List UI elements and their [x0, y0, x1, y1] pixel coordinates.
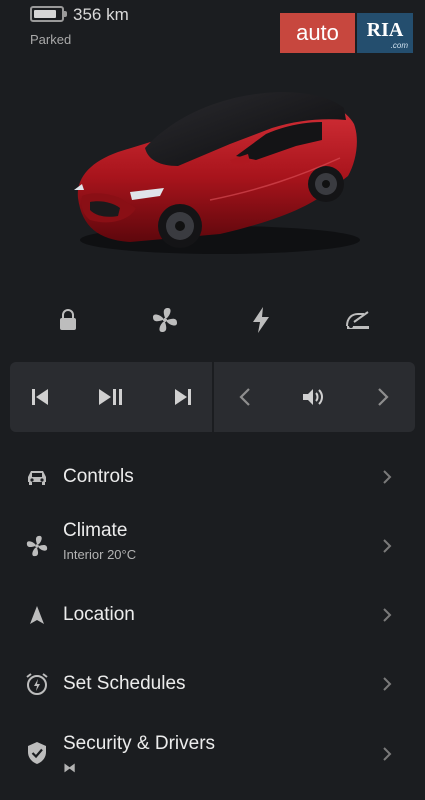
watermark-ria: RIA .com — [357, 13, 413, 53]
watermark-ria-main: RIA — [366, 19, 404, 41]
menu-item-controls[interactable]: Controls — [0, 450, 425, 505]
chevron-left-icon — [239, 388, 250, 406]
charge-button[interactable] — [241, 300, 281, 340]
menu-item-label: Climate — [63, 520, 128, 541]
previous-track-icon — [32, 389, 48, 405]
lightning-icon — [253, 307, 269, 333]
menu-item-climate[interactable]: Climate Interior 20°C — [0, 510, 425, 582]
play-pause-button[interactable] — [81, 362, 141, 432]
battery-level-fill — [34, 10, 57, 18]
lock-icon — [60, 309, 76, 330]
shield-check-icon — [28, 742, 46, 764]
car-image — [74, 92, 360, 254]
fan-icon — [26, 535, 48, 557]
frunk-icon — [346, 311, 369, 329]
media-controls — [10, 362, 415, 432]
volume-down-button[interactable] — [215, 362, 275, 432]
frunk-button[interactable] — [338, 300, 378, 340]
menu-item-set-schedules[interactable]: Set Schedules — [0, 657, 425, 712]
volume-up-button[interactable] — [353, 362, 413, 432]
menu-item-label: Set Schedules — [63, 673, 186, 694]
previous-track-button[interactable] — [10, 362, 70, 432]
chevron-right-icon — [383, 608, 392, 622]
volume-icon — [303, 389, 323, 405]
menu-item-security-drivers[interactable]: Security & Drivers ⧓ — [0, 722, 425, 787]
menu-item-subtitle: ⧓ — [63, 760, 76, 775]
watermark-ria-sub: .com — [390, 41, 408, 50]
vehicle-state-label: Parked — [30, 32, 72, 47]
watermark-auto: auto — [280, 13, 355, 53]
play-pause-icon — [99, 389, 122, 405]
alarm-bolt-icon — [26, 673, 48, 695]
battery-icon — [30, 6, 67, 22]
fan-icon — [153, 308, 177, 332]
chevron-right-icon — [383, 470, 392, 484]
chevron-right-icon — [383, 747, 392, 761]
range-label: 356 km — [73, 5, 129, 24]
chevron-right-icon — [383, 677, 392, 691]
climate-button[interactable] — [145, 300, 185, 340]
menu-item-label: Security & Drivers — [63, 733, 216, 754]
menu-item-label: Controls — [63, 466, 134, 487]
menu-item-subtitle: Interior 20°C — [63, 547, 137, 562]
menu-item-label: Location — [63, 604, 135, 625]
lock-button[interactable] — [48, 300, 88, 340]
volume-button[interactable] — [283, 362, 343, 432]
chevron-right-icon — [383, 539, 392, 553]
location-arrow-icon — [30, 606, 44, 624]
menu-item-location[interactable]: Location — [0, 588, 425, 643]
car-icon — [28, 471, 46, 485]
next-track-button[interactable] — [153, 362, 213, 432]
chevron-right-icon — [378, 388, 389, 406]
next-track-icon — [175, 389, 191, 405]
